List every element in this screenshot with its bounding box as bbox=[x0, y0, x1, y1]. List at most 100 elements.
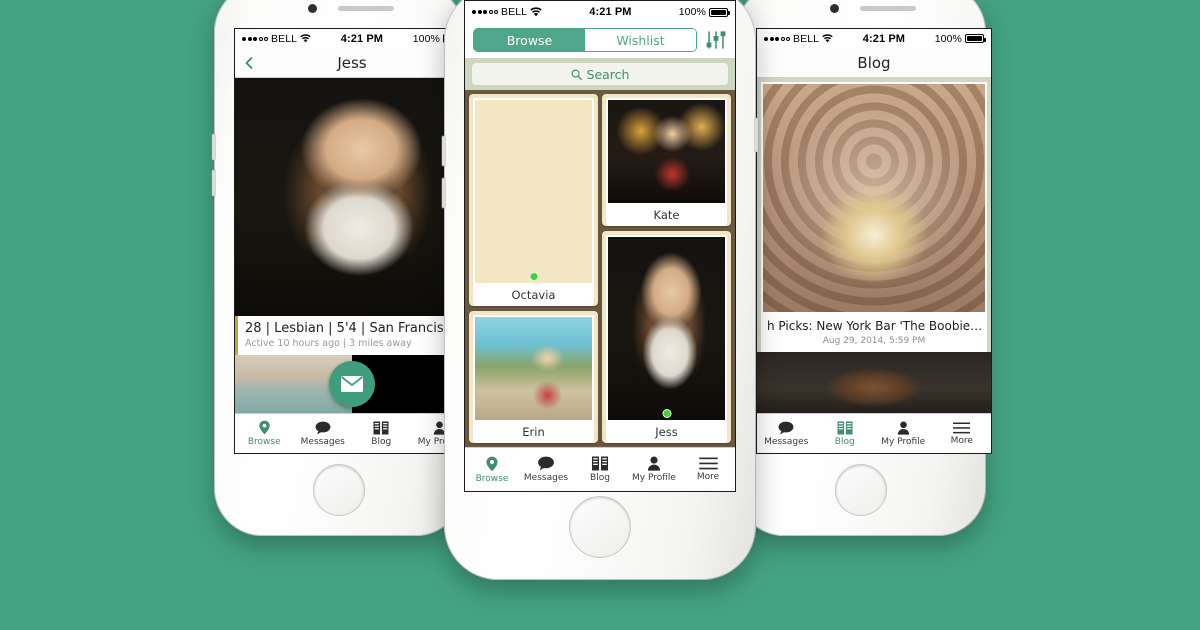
phone-right-screen: BELL 4:21 PM 100% Blog h Picks: New York… bbox=[756, 28, 992, 454]
status-time-center: 4:21 PM bbox=[589, 6, 632, 18]
tab-bar-right: Messages Blog My Profile More bbox=[757, 413, 991, 453]
online-status-dot bbox=[662, 409, 671, 418]
tab-blog-right[interactable]: Blog bbox=[816, 421, 875, 447]
status-signal-group: BELL bbox=[242, 33, 311, 45]
tab-browse-center[interactable]: Browse bbox=[465, 456, 519, 484]
signal-dots-icon bbox=[764, 36, 790, 41]
battery-icon-right bbox=[965, 34, 986, 43]
message-button[interactable] bbox=[329, 361, 375, 407]
tab-browse-left[interactable]: Browse bbox=[235, 420, 294, 447]
jess-photo-art bbox=[608, 237, 725, 420]
profile-card-octavia[interactable]: Octavia bbox=[469, 94, 598, 306]
tab-more-right[interactable]: More bbox=[933, 422, 992, 446]
tab-blog-center[interactable]: Blog bbox=[573, 456, 627, 483]
profile-card-photo[interactable] bbox=[473, 314, 594, 422]
signal-dots-icon bbox=[472, 10, 498, 14]
status-time-left: 4:21 PM bbox=[340, 32, 384, 45]
signal-dots-icon bbox=[242, 36, 268, 41]
profile-thumbnail-strip[interactable] bbox=[235, 355, 469, 413]
home-button-left[interactable] bbox=[313, 464, 365, 516]
map-pin-icon bbox=[259, 420, 270, 435]
back-chevron-left-icon[interactable] bbox=[243, 56, 255, 69]
profile-meta: 28 | Lesbian | 5'4 | San Francisco Activ… bbox=[235, 316, 469, 355]
tab-label: Messages bbox=[523, 473, 569, 483]
volume-button-left[interactable] bbox=[212, 134, 215, 160]
profile-card-name: Octavia bbox=[473, 284, 594, 306]
blog-next-post-art bbox=[757, 352, 991, 413]
volume-button-center-2[interactable] bbox=[442, 178, 445, 208]
tab-messages-center[interactable]: Messages bbox=[519, 456, 573, 483]
profile-photo-jess[interactable] bbox=[235, 78, 469, 316]
octavia-photo-art bbox=[475, 100, 592, 283]
nav-bar-left: Jess bbox=[235, 48, 469, 78]
tab-my-profile-right[interactable]: My Profile bbox=[874, 421, 933, 447]
tab-label: More bbox=[696, 472, 720, 482]
nav-bar-right: Blog bbox=[757, 48, 991, 78]
search-placeholder: Search bbox=[586, 66, 630, 82]
status-signal-group-right: BELL bbox=[764, 33, 833, 45]
status-bar-right: BELL 4:21 PM 100% bbox=[757, 29, 991, 48]
blog-next-post-photo[interactable] bbox=[757, 352, 991, 413]
tab-more-center[interactable]: More bbox=[681, 457, 735, 482]
person-icon bbox=[647, 456, 661, 471]
tab-label: Blog bbox=[371, 436, 392, 447]
blog-post-date: Aug 29, 2014, 5:59 PM bbox=[822, 336, 926, 346]
wifi-icon bbox=[822, 34, 833, 43]
segment-wishlist[interactable]: Wishlist bbox=[585, 29, 696, 51]
hamburger-icon bbox=[953, 422, 971, 433]
profile-grid-column-right: Kate Jess bbox=[602, 94, 731, 443]
online-status-dot bbox=[529, 271, 538, 281]
profile-card-kate[interactable]: Kate bbox=[602, 94, 731, 227]
blog-meta: h Picks: New York Bar 'The Boobie… Aug 2… bbox=[761, 314, 987, 352]
status-bar-center: BELL 4:21 PM 100% bbox=[465, 1, 735, 23]
profile-card-photo[interactable] bbox=[473, 98, 594, 285]
nav-title-right: Blog bbox=[857, 53, 891, 72]
phone-center: BELL 4:21 PM 100% Browse Wishlist Search… bbox=[442, 0, 758, 580]
carrier-label-right: BELL bbox=[793, 32, 820, 45]
profile-card-photo[interactable] bbox=[606, 98, 727, 206]
erin-photo-art bbox=[475, 316, 592, 420]
tab-messages-left[interactable]: Messages bbox=[294, 421, 353, 447]
profile-grid: Octavia Erin Kate Jess bbox=[465, 90, 735, 447]
profile-card-jess[interactable]: Jess bbox=[602, 231, 731, 443]
profile-card-photo[interactable] bbox=[606, 235, 727, 422]
speech-bubble-icon bbox=[778, 421, 794, 434]
search-input[interactable]: Search bbox=[472, 63, 728, 85]
sliders-filter-icon[interactable] bbox=[705, 29, 727, 51]
profile-card-erin[interactable]: Erin bbox=[469, 310, 598, 443]
tab-label: Blog bbox=[834, 436, 855, 447]
home-button-center[interactable] bbox=[569, 496, 631, 558]
status-time-right: 4:21 PM bbox=[862, 32, 906, 45]
tab-label: My Profile bbox=[881, 436, 926, 447]
browse-wishlist-segmented-control[interactable]: Browse Wishlist bbox=[473, 28, 697, 52]
search-bar-container: Search bbox=[465, 58, 735, 90]
book-icon bbox=[373, 421, 389, 434]
profile-card-name: Jess bbox=[606, 422, 727, 443]
home-button-right[interactable] bbox=[835, 464, 887, 516]
profile-card-name: Erin bbox=[473, 422, 594, 443]
tab-messages-right[interactable]: Messages bbox=[757, 421, 816, 447]
power-button-center[interactable] bbox=[755, 118, 758, 152]
volume-button-left-2[interactable] bbox=[212, 170, 215, 196]
tab-label: Messages bbox=[764, 436, 809, 447]
blog-post-card[interactable]: h Picks: New York Bar 'The Boobie… Aug 2… bbox=[757, 78, 991, 352]
volume-button-center-1[interactable] bbox=[442, 136, 445, 166]
person-icon bbox=[897, 421, 909, 435]
earpiece-speaker-right bbox=[860, 6, 916, 11]
profile-details: 28 | Lesbian | 5'4 | San Francisco bbox=[245, 321, 459, 336]
segment-browse[interactable]: Browse bbox=[474, 29, 585, 51]
tab-my-profile-center[interactable]: My Profile bbox=[627, 456, 681, 483]
status-bar-left: BELL 4:21 PM 100% bbox=[235, 29, 469, 48]
browse-top-bar: Browse Wishlist bbox=[465, 23, 735, 58]
book-icon bbox=[837, 421, 853, 434]
profile-grid-column-left: Octavia Erin bbox=[469, 94, 598, 443]
phone-right: BELL 4:21 PM 100% Blog h Picks: New York… bbox=[736, 0, 992, 536]
blog-photo[interactable] bbox=[761, 82, 987, 314]
speech-bubble-icon bbox=[315, 421, 331, 434]
tab-label: My Profile bbox=[632, 473, 676, 483]
tab-label: Blog bbox=[590, 473, 610, 483]
tab-blog-left[interactable]: Blog bbox=[352, 421, 411, 447]
front-camera-icon bbox=[308, 4, 317, 13]
tab-label: Browse bbox=[475, 473, 509, 484]
book-icon bbox=[591, 456, 609, 471]
